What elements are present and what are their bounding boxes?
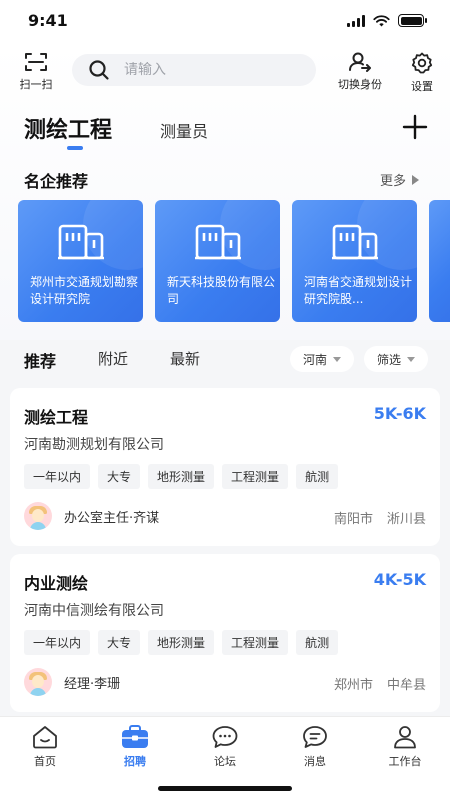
job-district: 中牟县 [386, 678, 426, 693]
tag-education: 大专 [98, 630, 141, 655]
nav-item-forum[interactable]: 论坛 [195, 725, 255, 769]
company-name: 新天科技股份有限公司 [167, 275, 276, 306]
job-location: 南阳市 淅川县 [334, 508, 426, 527]
job-company: 河南中信测绘有限公司 [24, 603, 164, 619]
tag-skill: 航测 [296, 464, 339, 489]
job-salary: 4K-5K [373, 570, 426, 589]
more-label: 更多 [380, 174, 407, 189]
job-city: 郑州市 [333, 678, 373, 693]
building-icon [58, 224, 104, 260]
settings-label: 设置 [411, 80, 433, 93]
search-box[interactable] [72, 54, 316, 86]
job-location: 郑州市 中牟县 [334, 674, 426, 693]
nav-label: 消息 [304, 755, 326, 768]
scan-label: 扫一扫 [19, 78, 53, 91]
job-city: 南阳市 [333, 512, 373, 527]
filter-label: 筛选 [376, 352, 401, 367]
nav-item-messages[interactable]: 消息 [285, 725, 345, 769]
search-input[interactable] [124, 62, 284, 78]
job-tags: 一年以内 大专 地形测量 工程测量 航测 [24, 464, 339, 489]
company-card[interactable]: 新天科技股份有限公司 [155, 200, 280, 322]
avatar [24, 502, 52, 530]
filter-tab-latest[interactable]: 最新 [170, 348, 200, 369]
signal-icon [347, 14, 365, 27]
company-name: 河南省交通规划设计研究院股... [304, 275, 413, 306]
company-card-partial[interactable] [429, 200, 450, 322]
job-card[interactable]: 测绘工程 5K-6K 河南勘测规划有限公司 一年以内 大专 地形测量 工程测量 … [10, 388, 440, 546]
status-bar: 9:41 [0, 0, 450, 44]
chevron-down-icon [333, 356, 341, 362]
chat-bubble-icon [212, 726, 238, 748]
filter-tab-nearby[interactable]: 附近 [98, 348, 128, 369]
gear-icon [411, 52, 433, 74]
tab-surveying-engineering[interactable]: 测绘工程 [24, 112, 112, 144]
building-icon [332, 224, 378, 260]
company-card[interactable]: 郑州市交通规划勘察设计研究院 [18, 200, 143, 322]
home-indicator [158, 786, 292, 791]
switch-user-icon [349, 52, 371, 72]
job-tags: 一年以内 大专 地形测量 工程测量 航测 [24, 630, 339, 655]
active-tab-indicator [67, 146, 83, 150]
briefcase-icon [122, 725, 148, 748]
arrow-right-icon [412, 174, 420, 185]
avatar [24, 668, 52, 696]
filter-tab-recommend[interactable]: 推荐 [24, 348, 56, 372]
nav-label: 首页 [34, 755, 56, 768]
add-icon[interactable] [402, 114, 428, 140]
company-name: 郑州市交通规划勘察设计研究院 [30, 275, 139, 306]
battery-icon [398, 14, 427, 27]
job-title: 内业测绘 [24, 574, 89, 593]
nav-item-home[interactable]: 首页 [15, 725, 75, 769]
scan-button[interactable]: 扫一扫 [14, 52, 58, 92]
nav-label: 工作台 [388, 755, 422, 768]
job-title: 测绘工程 [24, 408, 89, 427]
switch-identity-label: 切换身份 [338, 78, 382, 91]
region-value: 河南 [302, 352, 327, 367]
top-section: 扫一扫 切换身份 设置 测绘工程 测量员 名企推荐 更多 [0, 44, 450, 340]
chevron-down-icon [407, 356, 415, 362]
company-card[interactable]: 河南省交通规划设计研究院股... [292, 200, 417, 322]
featured-title: 名企推荐 [24, 172, 89, 191]
more-link[interactable]: 更多 [380, 170, 420, 189]
job-district: 淅川县 [386, 512, 426, 527]
scan-icon [25, 53, 47, 71]
filter-row: 推荐 附近 最新 河南 筛选 [0, 340, 450, 380]
tag-experience: 一年以内 [24, 464, 91, 489]
nav-label: 论坛 [214, 755, 236, 768]
tag-education: 大专 [98, 464, 141, 489]
nav-item-workbench[interactable]: 工作台 [375, 725, 435, 769]
recruiter: 经理·李珊 [24, 668, 120, 696]
job-card[interactable]: 内业测绘 4K-5K 河南中信测绘有限公司 一年以内 大专 地形测量 工程测量 … [10, 554, 440, 712]
settings-button[interactable]: 设置 [402, 52, 442, 94]
wifi-icon [373, 14, 390, 26]
status-time: 9:41 [28, 11, 68, 30]
filter-dropdown[interactable]: 筛选 [364, 346, 428, 372]
status-icons [347, 14, 427, 27]
tab-surveyor[interactable]: 测量员 [160, 118, 208, 142]
recruiter: 办公室主任·齐谋 [24, 502, 159, 530]
building-icon [195, 224, 241, 260]
tag-skill: 航测 [296, 630, 339, 655]
tag-skill: 地形测量 [148, 630, 215, 655]
job-company: 河南勘测规划有限公司 [24, 437, 164, 453]
recruiter-name: 办公室主任·齐谋 [64, 510, 160, 526]
nav-item-recruit[interactable]: 招聘 [105, 725, 165, 769]
tag-experience: 一年以内 [24, 630, 91, 655]
message-icon [303, 726, 327, 748]
home-icon [33, 726, 57, 749]
tag-skill: 工程测量 [222, 464, 289, 489]
switch-identity-button[interactable]: 切换身份 [328, 52, 392, 92]
user-icon [394, 726, 416, 749]
region-dropdown[interactable]: 河南 [290, 346, 354, 372]
tag-skill: 地形测量 [148, 464, 215, 489]
tag-skill: 工程测量 [222, 630, 289, 655]
nav-label: 招聘 [124, 755, 146, 768]
search-icon [89, 60, 109, 80]
recruiter-name: 经理·李珊 [64, 676, 121, 692]
job-salary: 5K-6K [373, 404, 426, 423]
